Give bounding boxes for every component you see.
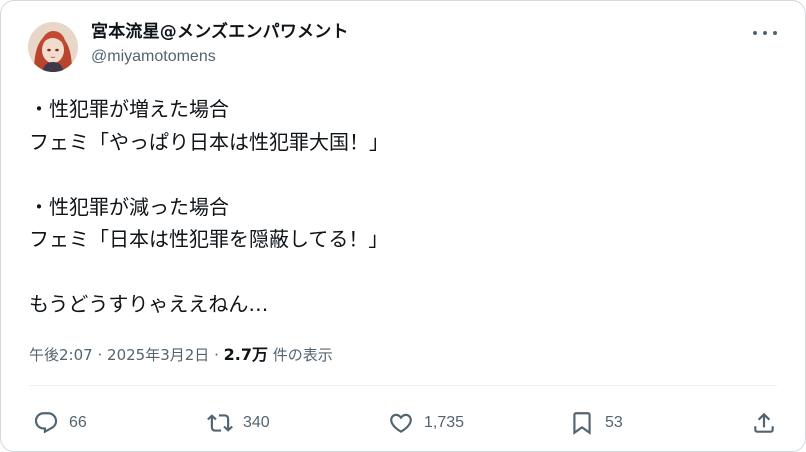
handle[interactable]: @miyamotomens [91, 46, 349, 68]
views-count[interactable]: 2.7万 [224, 345, 268, 364]
tweet-card: 宮本流星@メンズエンパワメント @miyamotomens ・性犯罪が増えた場合… [0, 0, 806, 452]
divider [29, 385, 777, 386]
reply-count: 66 [69, 414, 87, 431]
tweet-text: ・性犯罪が増えた場合 フェミ「やっぱり日本は性犯罪大国！」 ・性犯罪が減った場合… [29, 97, 389, 316]
like-count: 1,735 [424, 414, 465, 431]
meta-separator: · [214, 346, 219, 364]
action-bar: 66 340 1,735 53 [29, 405, 777, 441]
avatar[interactable] [28, 22, 78, 72]
display-name[interactable]: 宮本流星@メンズエンパワメント [91, 21, 349, 43]
meta-separator: · [97, 346, 103, 364]
bookmark-count: 53 [605, 414, 623, 431]
more-horizontal-icon [753, 31, 757, 35]
more-options-button[interactable] [753, 23, 777, 43]
reply-button[interactable]: 66 [33, 405, 87, 441]
avatar-image [28, 22, 78, 72]
share-button[interactable] [751, 405, 777, 441]
share-icon [754, 412, 774, 433]
tweet-meta: 午後2:07 · 2025年3月2日 · 2.7万 件の表示 [29, 343, 333, 367]
reply-icon [34, 412, 58, 434]
heart-icon [390, 413, 412, 433]
author-block: 宮本流星@メンズエンパワメント @miyamotomens [91, 21, 349, 68]
tweet-time[interactable]: 午後2:07 [29, 346, 93, 364]
bookmark-icon [573, 412, 591, 435]
bookmark-button[interactable]: 53 [569, 405, 623, 441]
views-label[interactable]: 件の表示 [268, 346, 333, 364]
retweet-button[interactable]: 340 [207, 405, 270, 441]
like-button[interactable]: 1,735 [388, 405, 464, 441]
tweet-date[interactable]: 2025年3月2日 [107, 346, 209, 364]
retweet-icon [207, 414, 233, 432]
retweet-count: 340 [243, 414, 270, 431]
